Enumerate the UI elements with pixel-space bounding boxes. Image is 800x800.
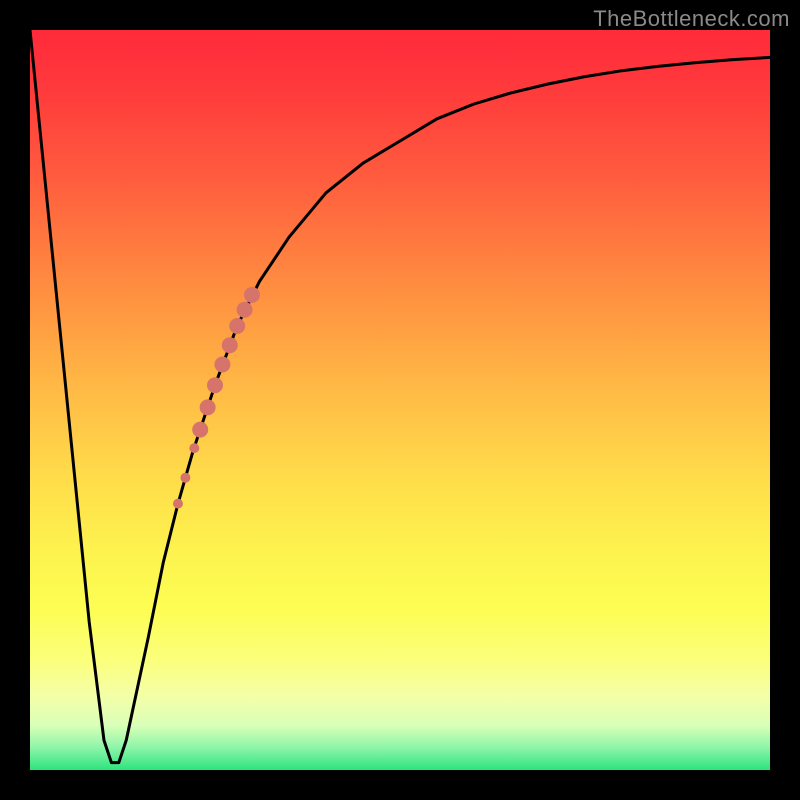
highlight-dot bbox=[214, 357, 230, 373]
highlight-dot bbox=[192, 422, 208, 438]
highlight-dot bbox=[200, 399, 216, 415]
highlight-dot bbox=[180, 473, 190, 483]
highlight-dot bbox=[222, 337, 238, 353]
bottleneck-curve-line bbox=[30, 30, 770, 763]
highlight-dot bbox=[173, 499, 183, 509]
highlight-dot bbox=[207, 377, 223, 393]
highlight-dot bbox=[229, 318, 245, 334]
highlight-dot bbox=[189, 443, 199, 453]
plot-area bbox=[30, 30, 770, 770]
chart-svg bbox=[30, 30, 770, 770]
watermark-text: TheBottleneck.com bbox=[593, 6, 790, 32]
highlight-segment bbox=[173, 287, 260, 509]
highlight-dot bbox=[244, 287, 260, 303]
chart-container: TheBottleneck.com bbox=[0, 0, 800, 800]
highlight-dot bbox=[237, 302, 253, 318]
